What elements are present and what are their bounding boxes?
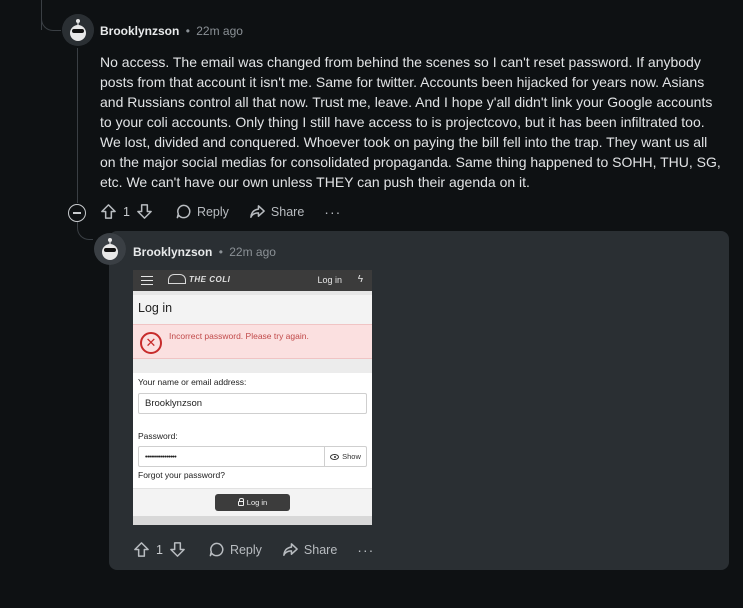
- thread-line-parent: [77, 48, 78, 203]
- comment-actions: 1 Reply Share ···: [133, 541, 374, 558]
- reply-label: Reply: [196, 204, 229, 219]
- share-arrow-icon: [250, 205, 265, 218]
- vote-group: 1: [133, 541, 186, 558]
- error-message: Incorrect password. Please try again.: [169, 331, 309, 341]
- comment-bubble-icon: [176, 204, 191, 219]
- login-button-label: Log in: [246, 498, 268, 507]
- comment-body: No access. The email was changed from be…: [100, 54, 721, 190]
- collapse-button[interactable]: [68, 204, 86, 222]
- meta-separator: •: [218, 245, 223, 259]
- arrow-down-icon[interactable]: [169, 541, 186, 558]
- comment-actions: 1 Reply Share ···: [100, 203, 341, 220]
- reply-label: Reply: [229, 542, 262, 557]
- password-field: •••••••••••••••• Show: [138, 446, 367, 467]
- arrow-down-icon[interactable]: [136, 203, 153, 220]
- timestamp[interactable]: 22m ago: [196, 24, 243, 38]
- author-name[interactable]: Brooklynzson: [133, 245, 212, 259]
- comment-meta: Brooklynzson • 22m ago: [133, 245, 276, 259]
- password-field-label: Password:: [138, 431, 178, 441]
- vote-group: 1: [100, 203, 153, 220]
- bolt-icon: ϟ: [357, 274, 363, 285]
- share-arrow-icon: [283, 543, 298, 556]
- name-field: Brooklynzson: [138, 393, 367, 414]
- avatar[interactable]: [94, 233, 126, 265]
- password-value: ••••••••••••••••: [145, 454, 177, 461]
- share-label: Share: [270, 204, 305, 219]
- snoo-avatar-icon: [62, 14, 94, 46]
- more-options-button[interactable]: ···: [324, 204, 341, 220]
- vote-count: 1: [156, 542, 163, 557]
- embedded-screenshot[interactable]: THE COLI Log in ϟ Log in ✕ Incorrect pas…: [133, 270, 372, 525]
- arrow-up-icon[interactable]: [133, 541, 150, 558]
- login-page-title: Log in: [133, 295, 372, 324]
- login-button: Log in: [215, 494, 290, 511]
- share-button[interactable]: Share: [282, 541, 337, 558]
- vote-count: 1: [123, 204, 130, 219]
- eye-icon: [330, 453, 340, 460]
- show-label: Show: [342, 452, 361, 461]
- reply-button[interactable]: Reply: [175, 203, 229, 220]
- comment-bubble-icon: [209, 542, 224, 557]
- name-field-label: Your name or email address:: [138, 377, 247, 387]
- timestamp[interactable]: 22m ago: [229, 245, 276, 259]
- error-x-icon: ✕: [140, 332, 162, 354]
- logo-mark-icon: [168, 274, 186, 284]
- reply-button[interactable]: Reply: [208, 541, 262, 558]
- section-divider: [133, 359, 372, 373]
- avatar[interactable]: [62, 14, 94, 46]
- screenshot-bottom-bar: [133, 516, 372, 525]
- author-name[interactable]: Brooklynzson: [100, 24, 179, 38]
- snoo-avatar-icon: [94, 233, 126, 265]
- share-button[interactable]: Share: [249, 203, 304, 220]
- thread-branch-parent: [41, 14, 61, 31]
- screenshot-header: THE COLI Log in ϟ: [133, 270, 372, 291]
- form-footer: Log in: [133, 488, 372, 516]
- forgot-password-link: Forgot your password?: [138, 470, 225, 480]
- show-password-toggle: Show: [324, 447, 366, 466]
- thread-branch-reply: [77, 222, 93, 240]
- meta-separator: •: [185, 24, 190, 38]
- comment-meta: Brooklynzson • 22m ago: [100, 24, 243, 38]
- lock-icon: [237, 498, 245, 506]
- site-logo: THE COLI: [168, 274, 230, 284]
- logo-text: THE COLI: [189, 274, 231, 284]
- more-options-button[interactable]: ···: [357, 542, 374, 558]
- hamburger-menu-icon: [141, 275, 153, 286]
- minus-circle-icon: [73, 212, 81, 214]
- error-banner: ✕ Incorrect password. Please try again.: [133, 324, 372, 359]
- header-login-link: Log in: [317, 275, 342, 285]
- arrow-up-icon[interactable]: [100, 203, 117, 220]
- share-label: Share: [303, 542, 338, 557]
